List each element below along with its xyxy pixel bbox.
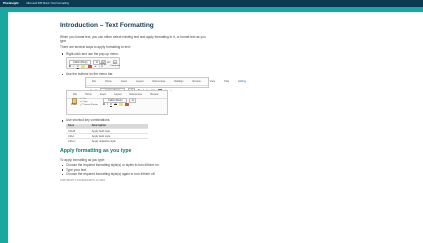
underline-icon[interactable]: U <box>77 65 79 68</box>
underline-icon[interactable]: U <box>110 103 112 106</box>
tab-file[interactable]: File <box>73 93 77 96</box>
formatting-ways-list: Right-click and use the pop-up menu. <box>60 52 360 56</box>
ribbon-screenshot-1: File Home Insert Layout References Maili… <box>85 77 246 93</box>
list-item: Use shortcut key combinations. <box>60 118 360 122</box>
font-color-icon[interactable] <box>87 64 92 68</box>
list-item: Right-click and use the pop-up menu. <box>60 52 360 56</box>
tab-home[interactable]: Home <box>105 80 112 83</box>
tab-help[interactable]: Help <box>224 80 229 83</box>
format-painter-button[interactable]: 🖌 Format Painter <box>80 104 98 107</box>
lesson-content: Introduction – Text Formatting When you … <box>60 14 360 184</box>
ribbon2-size-box[interactable]: 11 <box>129 98 136 104</box>
tab-insert[interactable]: Insert <box>100 93 106 96</box>
tab-editing[interactable]: Editing <box>238 80 246 83</box>
highlight-icon[interactable] <box>119 103 124 107</box>
intro-text: When you format text, you can either sel… <box>60 35 206 44</box>
list-item: Choose the required formatting style(s) … <box>60 172 360 176</box>
more-icon[interactable]: ⋯ <box>170 89 173 92</box>
tab-file[interactable]: File <box>92 80 96 83</box>
highlight-icon[interactable] <box>81 64 86 68</box>
as-you-type-steps: Choose the required formatting style(s) … <box>60 163 360 176</box>
strikethrough-icon[interactable]: ab <box>114 103 117 106</box>
font-color-icon[interactable] <box>125 103 130 107</box>
italic-icon[interactable]: I <box>73 65 74 68</box>
as-you-type-lead: To apply formatting as you type: <box>60 158 106 163</box>
italic-icon[interactable]: I <box>107 103 108 106</box>
app-logo[interactable]: Pluralsight <box>3 2 19 5</box>
paste-button[interactable]: Paste <box>70 98 78 106</box>
tab-references[interactable]: References <box>152 80 165 83</box>
tab-review[interactable]: Review <box>150 93 158 96</box>
section-heading: Apply formatting as you type <box>60 148 132 155</box>
page-title: Introduction – Text Formatting <box>60 22 154 29</box>
bullets-icon[interactable]: ≡ <box>94 65 96 68</box>
tab-layout[interactable]: Layout <box>136 80 144 83</box>
tab-view[interactable]: View <box>210 80 215 83</box>
tab-mailings[interactable]: Mailings <box>174 80 183 83</box>
ways-lead-text: There are several ways to apply formatti… <box>60 45 131 50</box>
tab-home[interactable]: Home <box>85 93 92 96</box>
tab-review[interactable]: Review <box>192 80 200 83</box>
top-bar: Pluralsight Microsoft 365 Word / Text Fo… <box>0 0 423 7</box>
copyright-text: COPYRIGHT © PLURALSIGHT LLC 2024 <box>60 179 105 183</box>
tab-references[interactable]: References <box>129 93 142 96</box>
tab-layout[interactable]: Layout <box>114 93 122 96</box>
popup-mini-toolbar: Calibri (Body) 11 A˄ A˅ B I U ≡ ⋮≡ Style… <box>66 57 120 70</box>
table-row: Ctrl+U Apply underline style <box>66 138 148 144</box>
bold-icon[interactable]: B <box>69 65 71 68</box>
left-sidebar <box>0 12 8 243</box>
shortcut-table: Keys Description Ctrl+B Apply bold style… <box>66 123 148 144</box>
bold-icon[interactable]: B <box>103 103 105 106</box>
course-title: Microsoft 365 Word / Text Formatting <box>26 2 69 5</box>
new-comment-button[interactable]: New Comment <box>110 60 120 67</box>
sub-bar: Page 3/150 <box>0 7 423 21</box>
list-item: Use the buttons on the menu bar. <box>60 72 360 76</box>
tab-insert[interactable]: Insert <box>121 80 127 83</box>
styles-button[interactable]: Styles <box>100 60 106 66</box>
ribbon-screenshot-2: File Home Insert Layout References Revie… <box>66 90 168 116</box>
